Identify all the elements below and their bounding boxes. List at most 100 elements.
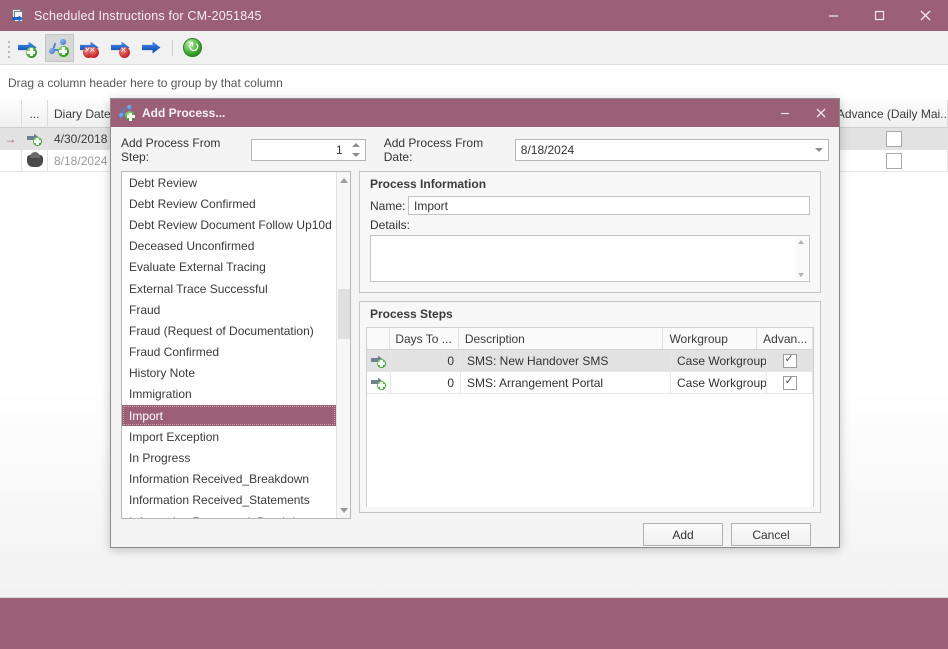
- step-advance-checkbox[interactable]: [782, 374, 797, 390]
- process-steps-header-row: Days To ... Description Workgroup Advan.…: [367, 328, 813, 350]
- main-window-titlebar: Scheduled Instructions for CM-2051845: [0, 0, 948, 31]
- from-step-value[interactable]: 1: [252, 143, 348, 157]
- toolbar-grip[interactable]: [4, 37, 13, 59]
- list-item[interactable]: Information Received_Statements: [122, 490, 336, 511]
- process-information-title: Process Information: [370, 177, 487, 191]
- dialog-top-controls: Add Process From Step: 1 Add Process Fro…: [121, 136, 829, 164]
- scheduled-instructions-icon: [10, 8, 26, 24]
- group-panel[interactable]: Drag a column header here to group by th…: [0, 65, 948, 100]
- cancel-button[interactable]: Cancel: [731, 523, 811, 546]
- list-item-selected[interactable]: Import: [122, 405, 336, 427]
- step-icon: [370, 354, 387, 368]
- list-item[interactable]: Information Received_Breakdown: [122, 469, 336, 490]
- step-advance-checkbox[interactable]: [782, 352, 797, 368]
- step-icon: [370, 376, 387, 390]
- add-process-button[interactable]: [45, 33, 74, 62]
- steps-header-days-to[interactable]: Days To ...: [390, 328, 459, 349]
- process-details-label: Details:: [370, 218, 411, 232]
- add-button[interactable]: Add: [643, 523, 723, 546]
- green-refresh-icon: [183, 37, 203, 58]
- application-window: Scheduled Instructions for CM-2051845 × …: [0, 0, 948, 649]
- dialog-close-button[interactable]: [803, 99, 839, 127]
- list-item[interactable]: Immigration: [122, 384, 336, 405]
- grid-header-icon[interactable]: ...: [22, 100, 48, 128]
- list-item[interactable]: Evaluate External Tracing: [122, 257, 336, 278]
- dialog-title: Add Process...: [142, 106, 226, 120]
- list-item[interactable]: Deceased Unconfirmed: [122, 236, 336, 257]
- process-steps-panel: Process Steps Days To ... Description Wo…: [359, 301, 821, 513]
- grid-header-advance[interactable]: Advance (Daily Mai...: [840, 100, 948, 128]
- add-process-dialog: Add Process... Add Process From Step: 1: [110, 98, 840, 548]
- stepper-down-icon[interactable]: [351, 153, 360, 157]
- dialog-body: Add Process From Step: 1 Add Process Fro…: [111, 127, 839, 546]
- list-item[interactable]: Fraud (Request of Documentation): [122, 320, 336, 341]
- grid-header-indicator[interactable]: [0, 100, 22, 128]
- blue-arrow-delete-all-icon: [79, 39, 102, 58]
- from-date-picker[interactable]: 8/18/2024: [514, 139, 829, 161]
- dialog-minimize-button[interactable]: [767, 99, 803, 127]
- maximize-button[interactable]: [856, 0, 902, 31]
- scroll-up-icon[interactable]: [798, 240, 804, 244]
- instruction-icon: [26, 132, 43, 146]
- step-advance-cell: [767, 350, 813, 371]
- delete-instruction-button[interactable]: [107, 34, 136, 62]
- stepper-buttons[interactable]: [349, 140, 363, 160]
- process-name-input[interactable]: Import: [408, 196, 810, 215]
- stepper-up-icon[interactable]: [351, 143, 360, 147]
- steps-header-icon[interactable]: [367, 328, 391, 349]
- scrollbar-thumb[interactable]: [338, 289, 350, 339]
- steps-header-description[interactable]: Description: [459, 328, 664, 349]
- row-advance-checkbox-cell: [840, 150, 948, 172]
- step-workgroup: Case Workgroup: [671, 350, 767, 371]
- process-name-label: Name:: [370, 198, 406, 213]
- steps-header-advance[interactable]: Advan...: [757, 328, 813, 349]
- list-item[interactable]: Debt Review: [122, 172, 336, 193]
- advance-checkbox[interactable]: [885, 152, 902, 169]
- scroll-up-icon[interactable]: [337, 173, 350, 187]
- chevron-down-icon[interactable]: [810, 148, 828, 152]
- window-footer-band: [0, 598, 948, 649]
- list-item[interactable]: Fraud Confirmed: [122, 342, 336, 363]
- process-steps-grid: Days To ... Description Workgroup Advan.…: [366, 327, 814, 507]
- table-row[interactable]: 0 SMS: New Handover SMS Case Workgroup: [367, 350, 813, 372]
- table-row[interactable]: 0 SMS: Arrangement Portal Case Workgroup: [367, 372, 813, 394]
- advance-checkbox[interactable]: [885, 130, 902, 147]
- list-item[interactable]: Information Requested_Breakdown: [122, 511, 336, 518]
- dialog-titlebar: Add Process...: [111, 99, 839, 127]
- refresh-button[interactable]: [178, 34, 207, 62]
- scroll-down-icon[interactable]: [798, 273, 804, 277]
- execute-instruction-button[interactable]: [138, 34, 167, 62]
- add-instruction-button[interactable]: [14, 34, 43, 62]
- scroll-down-icon[interactable]: [337, 503, 350, 517]
- delete-all-instructions-button[interactable]: [76, 34, 105, 62]
- step-icon-cell: [367, 372, 391, 393]
- steps-header-workgroup[interactable]: Workgroup: [663, 328, 758, 349]
- list-item[interactable]: Fraud: [122, 299, 336, 320]
- list-item[interactable]: In Progress: [122, 447, 336, 468]
- details-scrollbar[interactable]: [795, 237, 808, 280]
- step-description: SMS: New Handover SMS: [461, 350, 671, 371]
- list-item[interactable]: History Note: [122, 363, 336, 384]
- process-list[interactable]: Debt Review Debt Review Confirmed Debt R…: [121, 171, 351, 519]
- step-icon-cell: [367, 350, 391, 371]
- dialog-right-column: Process Information Name: Import Details…: [359, 171, 821, 546]
- row-type-icon-cell: [22, 128, 48, 150]
- dialog-button-row: Add Cancel: [359, 513, 821, 546]
- list-item[interactable]: Debt Review Confirmed: [122, 193, 336, 214]
- blue-arrow-icon: [141, 39, 164, 57]
- from-step-stepper[interactable]: 1: [251, 139, 366, 161]
- list-item[interactable]: External Trace Successful: [122, 278, 336, 299]
- step-advance-cell: [767, 372, 813, 393]
- close-button[interactable]: [902, 0, 948, 31]
- process-steps-title: Process Steps: [370, 307, 453, 321]
- main-window-title: Scheduled Instructions for CM-2051845: [34, 8, 262, 23]
- minimize-button[interactable]: [810, 0, 856, 31]
- list-item[interactable]: Import Exception: [122, 426, 336, 447]
- process-information-panel: Process Information Name: Import Details…: [359, 171, 821, 293]
- process-list-scrollbar[interactable]: [336, 172, 350, 518]
- current-row-arrow-icon: →: [4, 131, 17, 146]
- step-description: SMS: Arrangement Portal: [461, 372, 671, 393]
- from-date-value[interactable]: 8/18/2024: [516, 143, 810, 157]
- list-item[interactable]: Debt Review Document Follow Up10d: [122, 214, 336, 235]
- process-details-input[interactable]: [370, 235, 810, 282]
